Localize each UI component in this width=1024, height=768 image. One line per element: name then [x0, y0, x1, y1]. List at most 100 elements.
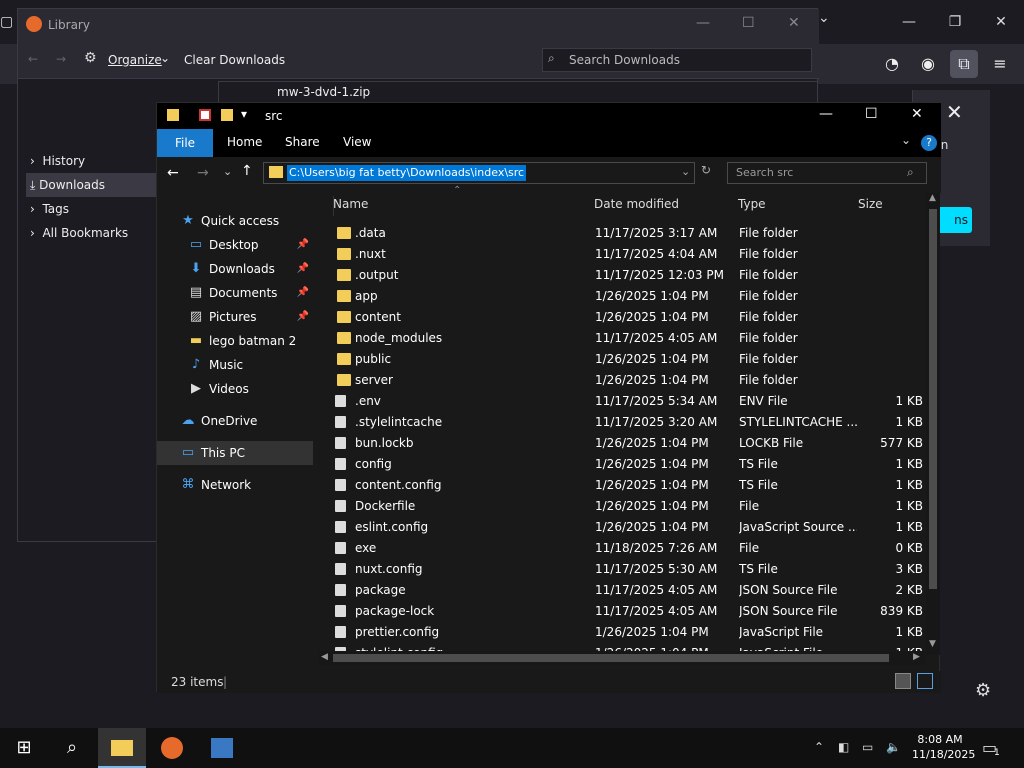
folder-icon: [337, 269, 351, 281]
taskbar-app[interactable]: [198, 728, 246, 768]
library-item-downloads[interactable]: ⤓ Downloads: [26, 173, 156, 197]
extensions-icon[interactable]: ⧉: [950, 50, 978, 78]
table-row[interactable]: node_modules 11/17/2025 4:05 AM File folde…: [333, 328, 925, 349]
table-row[interactable]: content.config 1/26/2025 1:04 PM TS File 1 …: [333, 475, 925, 496]
vertical-scroll-thumb[interactable]: [929, 209, 937, 589]
quick-access-dropdown-icon[interactable]: ▾: [241, 107, 247, 121]
cell-type: JavaScript File: [739, 625, 824, 639]
forward-arrow-icon[interactable]: →: [197, 165, 209, 181]
library-item-tags[interactable]: › Tags: [26, 197, 156, 221]
forward-arrow-icon[interactable]: →: [56, 52, 66, 66]
table-row[interactable]: exe 11/18/2025 7:26 AM File 0 KB: [333, 538, 925, 559]
cell-type: JSON Source File: [739, 604, 838, 618]
file-icon: [335, 416, 346, 428]
table-row[interactable]: content 1/26/2025 1:04 PM File folder: [333, 307, 925, 328]
account-icon[interactable]: ◉: [914, 50, 942, 78]
sync-icon[interactable]: ◔: [878, 50, 906, 78]
scroll-down-icon[interactable]: ▼: [929, 639, 936, 649]
tray-app-icon[interactable]: ◧: [838, 740, 849, 754]
table-row[interactable]: Dockerfile 1/26/2025 1:04 PM File 1 KB: [333, 496, 925, 517]
download-item[interactable]: mw-3-dvd-1.zip: [218, 81, 818, 103]
library-close-button[interactable]: ✕: [788, 15, 800, 31]
scroll-up-icon[interactable]: ▲: [929, 193, 936, 203]
table-row[interactable]: server 1/26/2025 1:04 PM File folder: [333, 370, 925, 391]
tab-file[interactable]: File: [157, 129, 213, 157]
explorer-maximize-button[interactable]: ☐: [865, 106, 878, 122]
details-view-icon[interactable]: [895, 673, 911, 689]
organize-button[interactable]: Organize: [108, 53, 162, 67]
column-header-size[interactable]: Size: [858, 197, 883, 211]
column-header-name[interactable]: Name: [333, 197, 368, 211]
table-row[interactable]: nuxt.config 11/17/2025 5:30 AM TS File 3 KB: [333, 559, 925, 580]
taskbar-firefox[interactable]: [148, 728, 196, 768]
address-text-selected[interactable]: C:\Users\big fat betty\Downloads\index\s…: [287, 165, 527, 181]
table-row[interactable]: .data 11/17/2025 3:17 AM File folder: [333, 223, 925, 244]
table-row[interactable]: .nuxt 11/17/2025 4:04 AM File folder: [333, 244, 925, 265]
cell-date: 1/26/2025 1:04 PM: [595, 289, 709, 303]
column-header-date[interactable]: Date modified: [594, 197, 679, 211]
clear-downloads-button[interactable]: Clear Downloads: [184, 53, 285, 67]
search-icon[interactable]: ⌕: [48, 728, 96, 768]
table-row[interactable]: .stylelintcache 11/17/2025 3:20 AM STYLELI…: [333, 412, 925, 433]
browser-minimize-button[interactable]: —: [886, 2, 932, 42]
library-item-all-bookmarks[interactable]: › All Bookmarks: [26, 221, 156, 245]
library-minimize-button[interactable]: —: [696, 15, 710, 31]
back-arrow-icon[interactable]: ←: [167, 165, 179, 181]
file-icon: [335, 542, 346, 554]
clock-time: 8:08 AM: [917, 733, 963, 746]
browser-tab-icon[interactable]: ▢: [0, 14, 13, 30]
properties-icon[interactable]: [199, 109, 211, 121]
library-sidebar: › History ⤓ Downloads › Tags › All Bookm…: [18, 79, 158, 541]
table-row[interactable]: app 1/26/2025 1:04 PM File folder: [333, 286, 925, 307]
panel-close-icon[interactable]: ✕: [946, 100, 963, 124]
library-item-history[interactable]: › History: [26, 149, 156, 173]
library-maximize-button[interactable]: ☐: [742, 15, 755, 31]
scroll-left-icon[interactable]: ◀: [321, 652, 328, 662]
table-row[interactable]: .env 11/17/2025 5:34 AM ENV File 1 KB: [333, 391, 925, 412]
large-icons-view-icon[interactable]: [917, 673, 933, 689]
volume-muted-icon[interactable]: 🔈: [886, 740, 901, 754]
table-row[interactable]: eslint.config 1/26/2025 1:04 PM JavaScript…: [333, 517, 925, 538]
network-tray-icon[interactable]: ▭: [862, 740, 873, 754]
taskbar-clock[interactable]: 8:08 AM 11/18/2025: [912, 732, 975, 762]
tab-view[interactable]: View: [343, 135, 371, 149]
table-row[interactable]: public 1/26/2025 1:04 PM File folder: [333, 349, 925, 370]
new-folder-icon[interactable]: [221, 109, 233, 121]
library-search-input[interactable]: Search Downloads: [542, 48, 812, 72]
scroll-right-icon[interactable]: ▶: [913, 652, 920, 662]
cell-date: 11/17/2025 3:20 AM: [595, 415, 718, 429]
table-row[interactable]: package 11/17/2025 4:05 AM JSON Source Fil…: [333, 580, 925, 601]
explorer-minimize-button[interactable]: —: [819, 106, 833, 122]
tray-chevron-icon[interactable]: ⌃: [814, 740, 824, 754]
recent-locations-chevron-icon[interactable]: ⌄: [223, 165, 232, 178]
taskbar-file-explorer[interactable]: [98, 728, 146, 768]
help-icon[interactable]: ?: [921, 135, 937, 151]
up-arrow-icon[interactable]: ↑: [241, 163, 253, 179]
address-dropdown-icon[interactable]: ⌄: [681, 165, 690, 178]
start-windows-icon[interactable]: ⊞: [0, 728, 48, 768]
horizontal-scroll-thumb[interactable]: [333, 654, 889, 662]
ribbon: Home Share View ⌄ ?: [157, 129, 941, 157]
tab-share[interactable]: Share: [285, 135, 320, 149]
back-arrow-icon[interactable]: ←: [28, 52, 38, 66]
cell-type: TS File: [739, 562, 778, 576]
explorer-close-button[interactable]: ✕: [911, 106, 923, 122]
menu-icon[interactable]: ≡: [986, 50, 1014, 78]
search-input[interactable]: Search src: [727, 162, 927, 184]
ribbon-expand-chevron-icon[interactable]: ⌄: [901, 133, 911, 147]
column-header-type[interactable]: Type: [738, 197, 766, 211]
file-icon: [335, 563, 346, 575]
refresh-icon[interactable]: ↻: [701, 163, 711, 177]
tab-list-chevron-icon[interactable]: ⌄: [818, 10, 830, 26]
tab-home[interactable]: Home: [227, 135, 262, 149]
browser-maximize-button[interactable]: ❐: [932, 2, 978, 42]
table-row[interactable]: prettier.config 1/26/2025 1:04 PM JavaScri…: [333, 622, 925, 643]
table-row[interactable]: package-lock 11/17/2025 4:05 AM JSON Sourc…: [333, 601, 925, 622]
table-row[interactable]: bun.lockb 1/26/2025 1:04 PM LOCKB File 577 …: [333, 433, 925, 454]
table-row[interactable]: config 1/26/2025 1:04 PM TS File 1 KB: [333, 454, 925, 475]
settings-gear-icon[interactable]: ⚙: [975, 680, 991, 701]
browser-close-button[interactable]: ✕: [978, 2, 1024, 42]
cell-name: .nuxt: [355, 247, 386, 261]
file-icon: [335, 395, 346, 407]
table-row[interactable]: .output 11/17/2025 12:03 PM File folder: [333, 265, 925, 286]
